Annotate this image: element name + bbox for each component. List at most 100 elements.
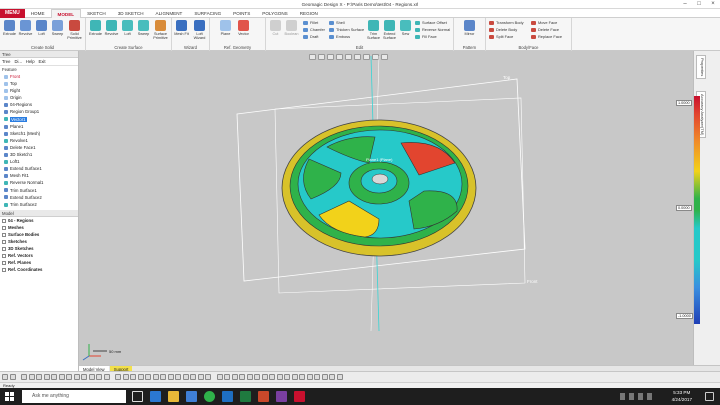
- toolbar-tool-icon[interactable]: [130, 374, 136, 380]
- move-face-button[interactable]: Move Face: [530, 19, 557, 26]
- feature-item[interactable]: Sketch1 (Mesh): [4, 130, 78, 137]
- notifications-icon[interactable]: [705, 392, 714, 401]
- sew-button[interactable]: Sew: [398, 19, 413, 43]
- outlook-icon[interactable]: [222, 391, 233, 402]
- feature-item[interactable]: 04-Regions: [4, 101, 78, 108]
- exit-tab[interactable]: Exit: [39, 59, 46, 64]
- toolbar-tool-icon[interactable]: [261, 374, 268, 380]
- help-tab[interactable]: Help: [26, 59, 35, 64]
- feature-item[interactable]: Delete Face1: [4, 144, 78, 151]
- display-tab[interactable]: Di...: [14, 59, 21, 64]
- mirror-button[interactable]: Mirror: [462, 19, 477, 43]
- toolbar-tool-icon[interactable]: [122, 374, 129, 380]
- feature-item[interactable]: Mesh Fit1: [4, 172, 78, 179]
- toolbar-tool-icon[interactable]: [2, 374, 8, 380]
- feature-item[interactable]: Origin: [4, 94, 78, 101]
- feature-item[interactable]: Vector1: [4, 116, 78, 123]
- surface-revolve-button[interactable]: Revolve: [104, 19, 119, 43]
- toolbar-tool-icon[interactable]: [291, 374, 298, 380]
- toolbar-tool-icon[interactable]: [216, 374, 223, 380]
- mesh-fit-button[interactable]: Mesh Fit: [174, 19, 189, 43]
- toolbar-tool-icon[interactable]: [88, 374, 95, 380]
- toolbar-tool-icon[interactable]: [43, 374, 50, 380]
- surface-offset-button[interactable]: Surface Offset: [414, 19, 447, 26]
- split-face-button[interactable]: Split Face: [488, 33, 513, 40]
- file-explorer-icon[interactable]: [168, 391, 179, 402]
- feature-item[interactable]: Top: [4, 80, 78, 87]
- toolbar-tool-icon[interactable]: [197, 374, 204, 380]
- visibility-checkbox[interactable]: [2, 254, 6, 259]
- delete-face-button[interactable]: Delete Face: [530, 26, 559, 33]
- toolbar-tool-icon[interactable]: [160, 374, 166, 380]
- toolbar-tool-icon[interactable]: [182, 374, 189, 380]
- toolbar-tool-icon[interactable]: [9, 374, 16, 380]
- toolbar-tool-icon[interactable]: [284, 374, 290, 380]
- model-item[interactable]: Meshes: [2, 224, 78, 231]
- emboss-button[interactable]: Emboss: [328, 33, 350, 40]
- toolbar-tool-icon[interactable]: [205, 374, 211, 380]
- visibility-checkbox[interactable]: [2, 268, 6, 273]
- model-item[interactable]: Ref. Planes: [2, 259, 78, 266]
- feature-item[interactable]: Trim Surface1: [4, 187, 78, 194]
- toolbar-tool-icon[interactable]: [28, 374, 35, 380]
- toolbar-tool-icon[interactable]: [81, 374, 87, 380]
- replace-face-button[interactable]: Replace Face: [530, 33, 562, 40]
- solid-loft-button[interactable]: Loft: [34, 19, 49, 43]
- toolbar-tool-icon[interactable]: [51, 374, 57, 380]
- hub-bore[interactable]: [371, 173, 389, 185]
- vector-button[interactable]: Vector: [236, 19, 251, 43]
- feature-item[interactable]: Loft1: [4, 158, 78, 165]
- plane-button[interactable]: Plane: [218, 19, 233, 43]
- windows-start-icon[interactable]: [5, 392, 14, 401]
- minimize-button[interactable]: –: [678, 0, 692, 9]
- solid-sweep-button[interactable]: Sweep: [50, 19, 65, 43]
- toolbar-tool-icon[interactable]: [175, 374, 181, 380]
- solid-revolve-button[interactable]: Revolve: [18, 19, 33, 43]
- chrome-icon[interactable]: [204, 391, 215, 402]
- tree-tab[interactable]: Tree: [2, 59, 10, 64]
- edge-icon[interactable]: [150, 391, 161, 402]
- toolbar-tool-icon[interactable]: [103, 374, 110, 380]
- toolbar-tool-icon[interactable]: [145, 374, 151, 380]
- tab-points[interactable]: POINTS: [227, 9, 256, 18]
- 3d-viewport[interactable]: Plane1 (Plane) Top Front 50 mm: [79, 51, 693, 365]
- surface-sweep-button[interactable]: Sweep: [136, 19, 151, 43]
- boolean-button[interactable]: Boolean: [284, 19, 299, 43]
- toolbar-tool-icon[interactable]: [329, 374, 335, 380]
- tab-home[interactable]: HOME: [25, 9, 51, 18]
- model-item[interactable]: 04 - Regions: [2, 217, 78, 224]
- surface-extrude-button[interactable]: Extrude: [88, 19, 103, 43]
- draft-button[interactable]: Draft: [302, 33, 318, 40]
- model-item[interactable]: Surface Bodies: [2, 231, 78, 238]
- tab-model[interactable]: MODEL: [50, 8, 82, 18]
- feature-item[interactable]: Right: [4, 87, 78, 94]
- task-view-icon[interactable]: [132, 391, 143, 402]
- loft-wizard-button[interactable]: Loft Wizard: [192, 19, 207, 43]
- toolbar-tool-icon[interactable]: [321, 374, 328, 380]
- feature-item[interactable]: Reverse Normal1: [4, 179, 78, 186]
- feature-item[interactable]: Plane1: [4, 123, 78, 130]
- model-item[interactable]: Sketches: [2, 238, 78, 245]
- onenote-icon[interactable]: [276, 391, 287, 402]
- feature-item[interactable]: Revolve1: [4, 137, 78, 144]
- model-item[interactable]: Ref. Vectors: [2, 252, 78, 259]
- store-icon[interactable]: [186, 391, 197, 402]
- toolbar-tool-icon[interactable]: [115, 374, 121, 380]
- feature-item[interactable]: Front: [4, 73, 78, 80]
- toolbar-tool-icon[interactable]: [314, 374, 320, 380]
- close-button[interactable]: ×: [706, 0, 720, 9]
- feature-item[interactable]: Extend Surface1: [4, 165, 78, 172]
- maximize-button[interactable]: □: [692, 0, 706, 9]
- toolbar-tool-icon[interactable]: [58, 374, 65, 380]
- visibility-checkbox[interactable]: [2, 239, 6, 244]
- toolbar-tool-icon[interactable]: [231, 374, 238, 380]
- clock[interactable]: 5:33 PM 4/24/2017: [672, 390, 692, 403]
- trim-surface-button[interactable]: Trim Surface: [366, 19, 381, 43]
- feature-item[interactable]: Region Group1: [4, 108, 78, 115]
- transform-body-button[interactable]: Transform Body: [488, 19, 524, 26]
- visibility-checkbox[interactable]: [2, 218, 6, 223]
- toolbar-tool-icon[interactable]: [66, 374, 72, 380]
- toolbar-tool-icon[interactable]: [276, 374, 283, 380]
- reverse-normal-button[interactable]: Reverse Normal: [414, 26, 450, 33]
- shell-button[interactable]: Shell: [328, 19, 345, 26]
